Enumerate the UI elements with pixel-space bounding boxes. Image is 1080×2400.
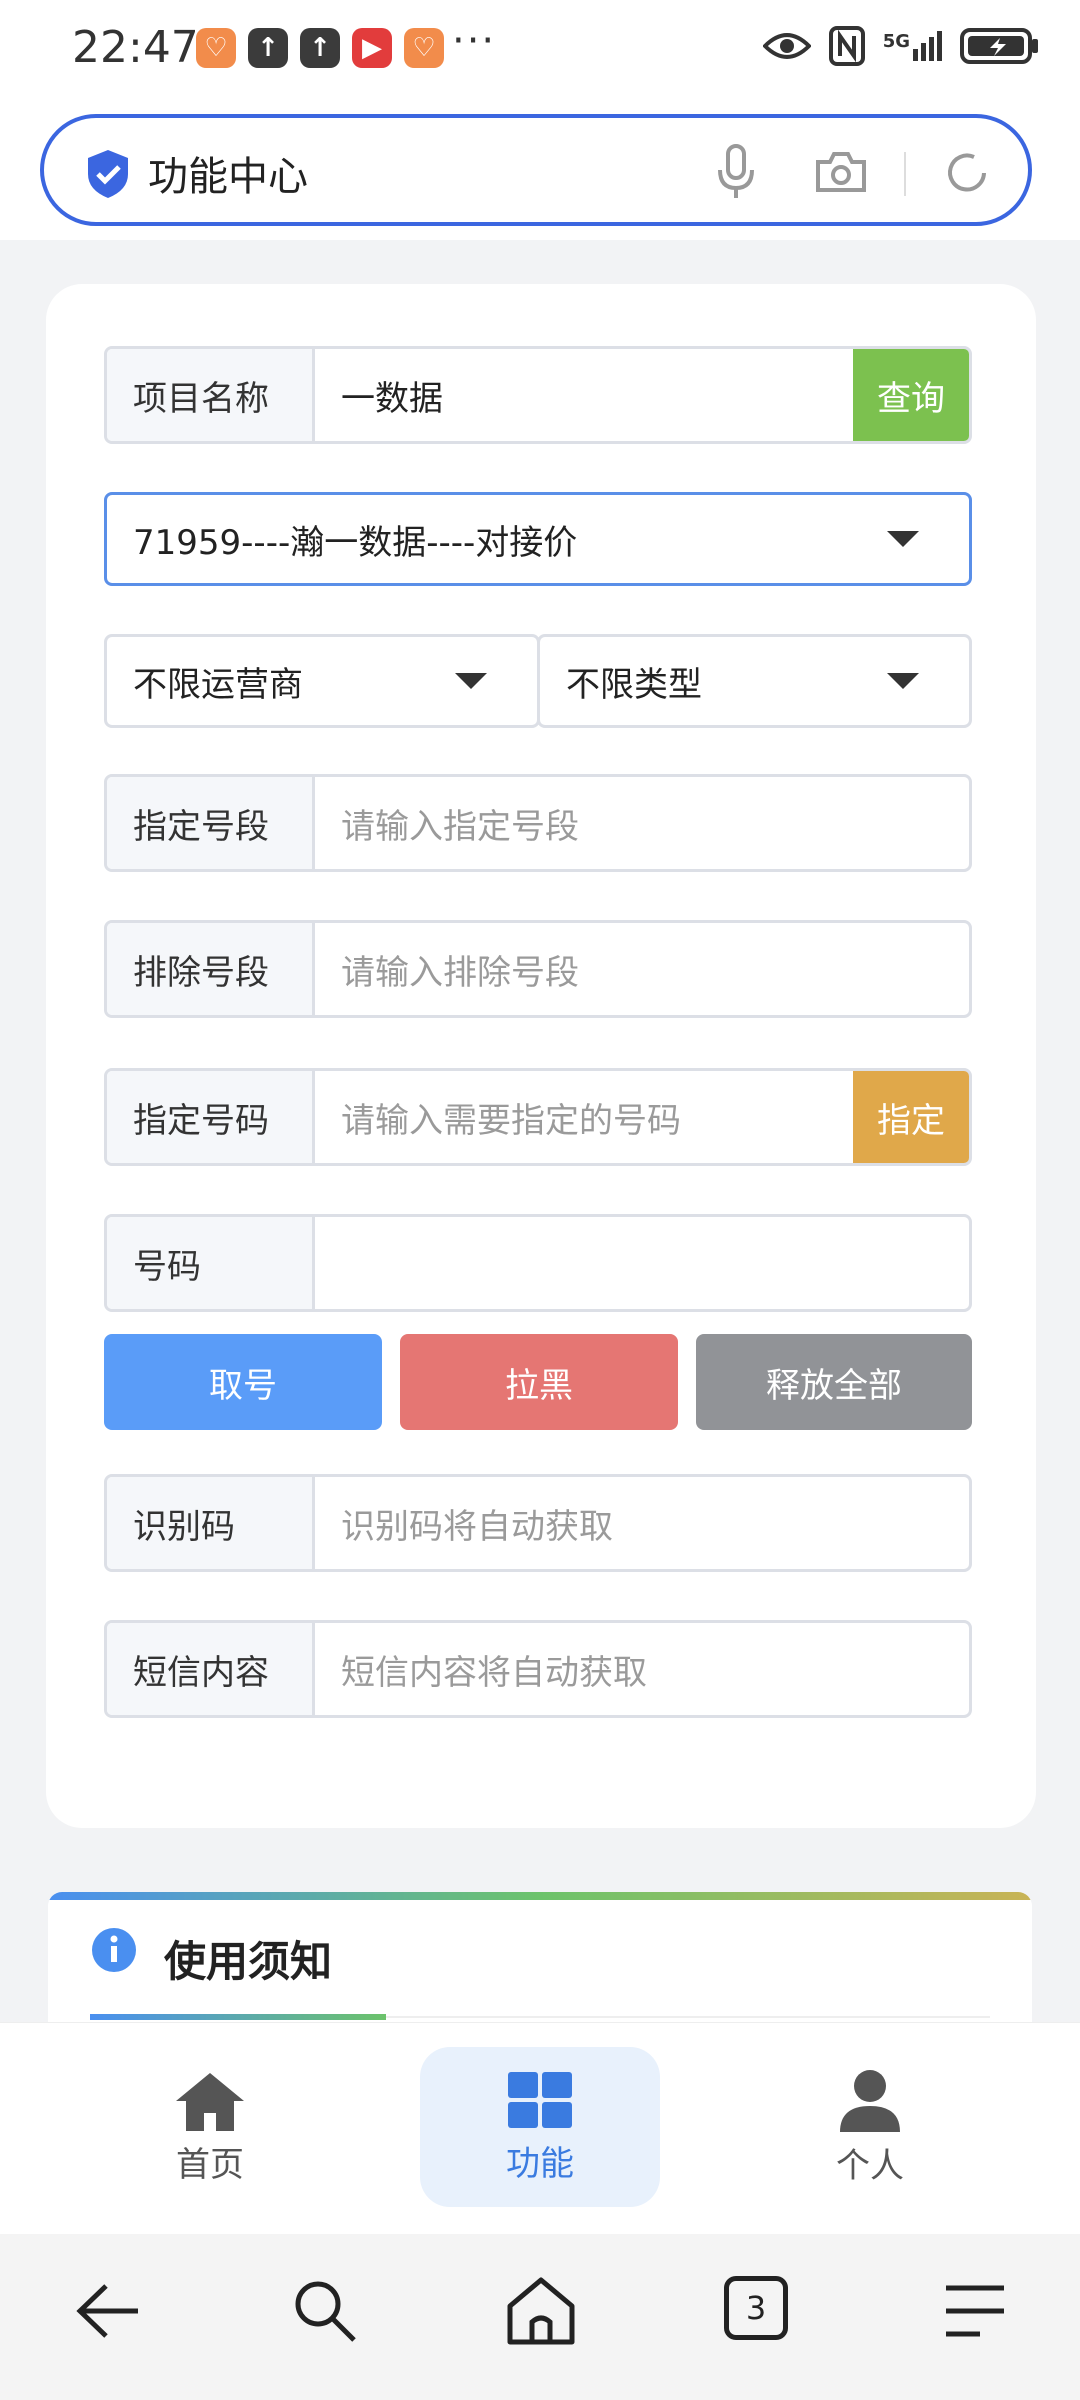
prefix-include-label: 指定号段 (107, 777, 315, 869)
prefix-exclude-field: 排除号段 请输入排除号段 (104, 920, 972, 1018)
app-notification-icon: ♡ (404, 28, 444, 68)
sms-field: 短信内容 短信内容将自动获取 (104, 1620, 972, 1718)
type-select-value: 不限类型 (566, 664, 702, 705)
upload-notification-icon: ↑ (300, 28, 340, 68)
query-button[interactable]: 查询 (853, 349, 969, 441)
blacklist-button[interactable]: 拉黑 (400, 1334, 678, 1430)
status-time: 22:47 (72, 22, 199, 73)
more-notifications-icon: ··· (452, 18, 497, 64)
microphone-icon[interactable] (716, 144, 756, 200)
notice-accent-bar (48, 1892, 1032, 1900)
number-label: 号码 (107, 1217, 315, 1309)
code-label: 识别码 (107, 1477, 315, 1569)
back-arrow-icon[interactable] (74, 2276, 144, 2346)
notice-title: 使用须知 (164, 1937, 333, 1986)
number-input[interactable] (315, 1217, 969, 1309)
camera-icon[interactable] (814, 150, 868, 194)
prefix-include-field: 指定号段 请输入指定号段 (104, 774, 972, 872)
prefix-include-input[interactable]: 请输入指定号段 (315, 777, 969, 869)
notice-title-underline (90, 2014, 386, 2020)
address-bar[interactable]: 功能中心 (40, 114, 1032, 226)
eye-icon (762, 33, 811, 59)
info-icon (92, 1928, 136, 1972)
prefix-exclude-label: 排除号段 (107, 923, 315, 1015)
nav-item-profile[interactable]: 个人 (750, 2047, 990, 2207)
tab-count: 3 (745, 2289, 767, 2327)
operator-select[interactable]: 不限运营商 (104, 634, 540, 728)
home-icon (176, 2072, 244, 2131)
number-field: 号码 (104, 1214, 972, 1312)
top-bar: 功能中心 (0, 100, 1080, 240)
nav-item-label: 首页 (176, 2144, 244, 2185)
user-icon (840, 2069, 900, 2132)
network-type-label: 5G (882, 31, 910, 52)
specify-number-label: 指定号码 (107, 1071, 315, 1163)
chevron-down-icon (455, 673, 487, 689)
app-notification-icon: ♡ (196, 28, 236, 68)
grid-icon (508, 2071, 572, 2128)
sms-label: 短信内容 (107, 1623, 315, 1715)
function-card: 项目名称 一数据 查询 71959----瀚一数据----对接价 不限运营商 不… (46, 284, 1036, 1828)
nav-item-label: 个人 (836, 2145, 904, 2186)
specify-number-field: 指定号码 请输入需要指定的号码 指定 (104, 1068, 972, 1166)
get-number-button[interactable]: 取号 (104, 1334, 382, 1430)
specify-number-input[interactable]: 请输入需要指定的号码 (315, 1071, 853, 1163)
tabs-button[interactable]: 3 (724, 2276, 788, 2340)
shield-check-icon (88, 150, 128, 198)
home-icon[interactable] (506, 2276, 576, 2346)
prefix-exclude-input[interactable]: 请输入排除号段 (315, 923, 969, 1015)
chevron-down-icon (887, 531, 919, 547)
search-icon[interactable] (290, 2276, 360, 2346)
signal-5g-icon: 5G (883, 31, 942, 61)
type-select[interactable]: 不限类型 (537, 634, 972, 728)
menu-icon[interactable] (940, 2276, 1010, 2346)
chevron-down-icon (887, 673, 919, 689)
browser-toolbar: 3 (0, 2234, 1080, 2400)
refresh-icon[interactable] (944, 150, 990, 196)
project-name-field: 项目名称 一数据 查询 (104, 346, 972, 444)
release-all-button[interactable]: 释放全部 (696, 1334, 972, 1430)
video-app-notification-icon: ▶ (352, 28, 392, 68)
specify-button[interactable]: 指定 (853, 1071, 969, 1163)
code-field: 识别码 识别码将自动获取 (104, 1474, 972, 1572)
divider (904, 152, 906, 196)
battery-charging-icon (960, 28, 1038, 64)
bottom-nav: 首页 功能 个人 (0, 2022, 1080, 2235)
page-title: 功能中心 (148, 154, 308, 200)
operator-select-value: 不限运营商 (133, 664, 303, 705)
project-name-label: 项目名称 (107, 349, 315, 441)
upload-notification-icon: ↑ (248, 28, 288, 68)
nav-item-label: 功能 (506, 2143, 574, 2184)
nav-item-function[interactable]: 功能 (420, 2047, 660, 2207)
status-bar: 22:47 ♡ ↑ ↑ ▶ ♡ ··· 5G (0, 0, 1080, 100)
nav-item-home[interactable]: 首页 (90, 2047, 330, 2207)
project-select-value: 71959----瀚一数据----对接价 (133, 522, 578, 563)
divider (386, 2016, 990, 2018)
code-input[interactable]: 识别码将自动获取 (315, 1477, 969, 1569)
project-select[interactable]: 71959----瀚一数据----对接价 (104, 492, 972, 586)
project-name-input[interactable]: 一数据 (315, 349, 853, 441)
sms-input[interactable]: 短信内容将自动获取 (315, 1623, 969, 1715)
nfc-icon (828, 26, 865, 66)
